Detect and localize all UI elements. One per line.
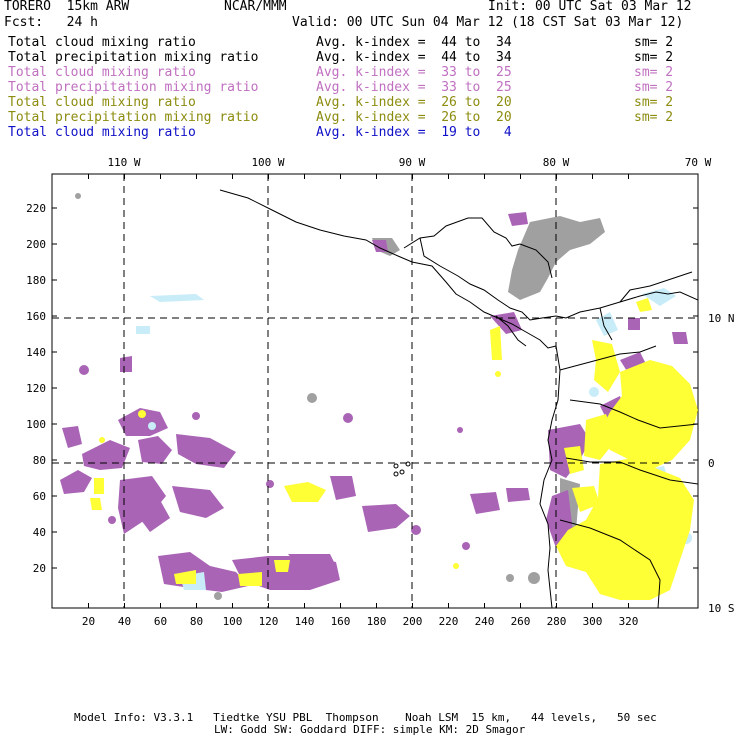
longitude-label: 80 W bbox=[543, 156, 570, 169]
left-tick-label: 20 bbox=[33, 562, 46, 575]
left-tick-label: 40 bbox=[33, 526, 46, 539]
physics-info: LW: Godd SW: Goddard DIFF: simple KM: 2D… bbox=[214, 723, 526, 736]
left-tick-label: 80 bbox=[33, 454, 46, 467]
left-tick-label: 220 bbox=[26, 202, 46, 215]
bottom-tick-label: 260 bbox=[511, 615, 531, 628]
bottom-tick-label: 320 bbox=[619, 615, 639, 628]
bottom-tick-label: 200 bbox=[403, 615, 423, 628]
bottom-tick-label: 80 bbox=[190, 615, 203, 628]
weather-map: 20 40 60 80 100 120 140 160 180 200 220 20 40 60 80 100… bbox=[26, 156, 735, 628]
bottom-tick-label: 160 bbox=[331, 615, 351, 628]
bottom-tick-label: 120 bbox=[259, 615, 279, 628]
left-tick-label: 140 bbox=[26, 346, 46, 359]
left-tick-label: 200 bbox=[26, 238, 46, 251]
bottom-tick-label: 100 bbox=[223, 615, 243, 628]
left-tick-label: 180 bbox=[26, 274, 46, 287]
longitude-label: 70 W bbox=[685, 156, 712, 169]
longitude-label: 90 W bbox=[399, 156, 426, 169]
bottom-tick-label: 240 bbox=[475, 615, 495, 628]
bottom-tick-label: 300 bbox=[583, 615, 603, 628]
longitude-label: 100 W bbox=[251, 156, 284, 169]
latitude-label: 10 S bbox=[708, 602, 735, 615]
bottom-tick-label: 220 bbox=[439, 615, 459, 628]
bottom-tick-label: 20 bbox=[82, 615, 95, 628]
longitude-label: 110 W bbox=[107, 156, 140, 169]
left-tick-label: 160 bbox=[26, 310, 46, 323]
left-tick-label: 120 bbox=[26, 382, 46, 395]
bottom-tick-label: 140 bbox=[295, 615, 315, 628]
bottom-tick-label: 280 bbox=[547, 615, 567, 628]
bottom-tick-label: 40 bbox=[118, 615, 131, 628]
left-tick-label: 60 bbox=[33, 490, 46, 503]
latitude-label: 0 bbox=[708, 457, 715, 470]
left-tick-label: 100 bbox=[26, 418, 46, 431]
bottom-tick-label: 180 bbox=[367, 615, 387, 628]
latitude-label: 10 N bbox=[708, 312, 735, 325]
bottom-tick-label: 60 bbox=[154, 615, 167, 628]
